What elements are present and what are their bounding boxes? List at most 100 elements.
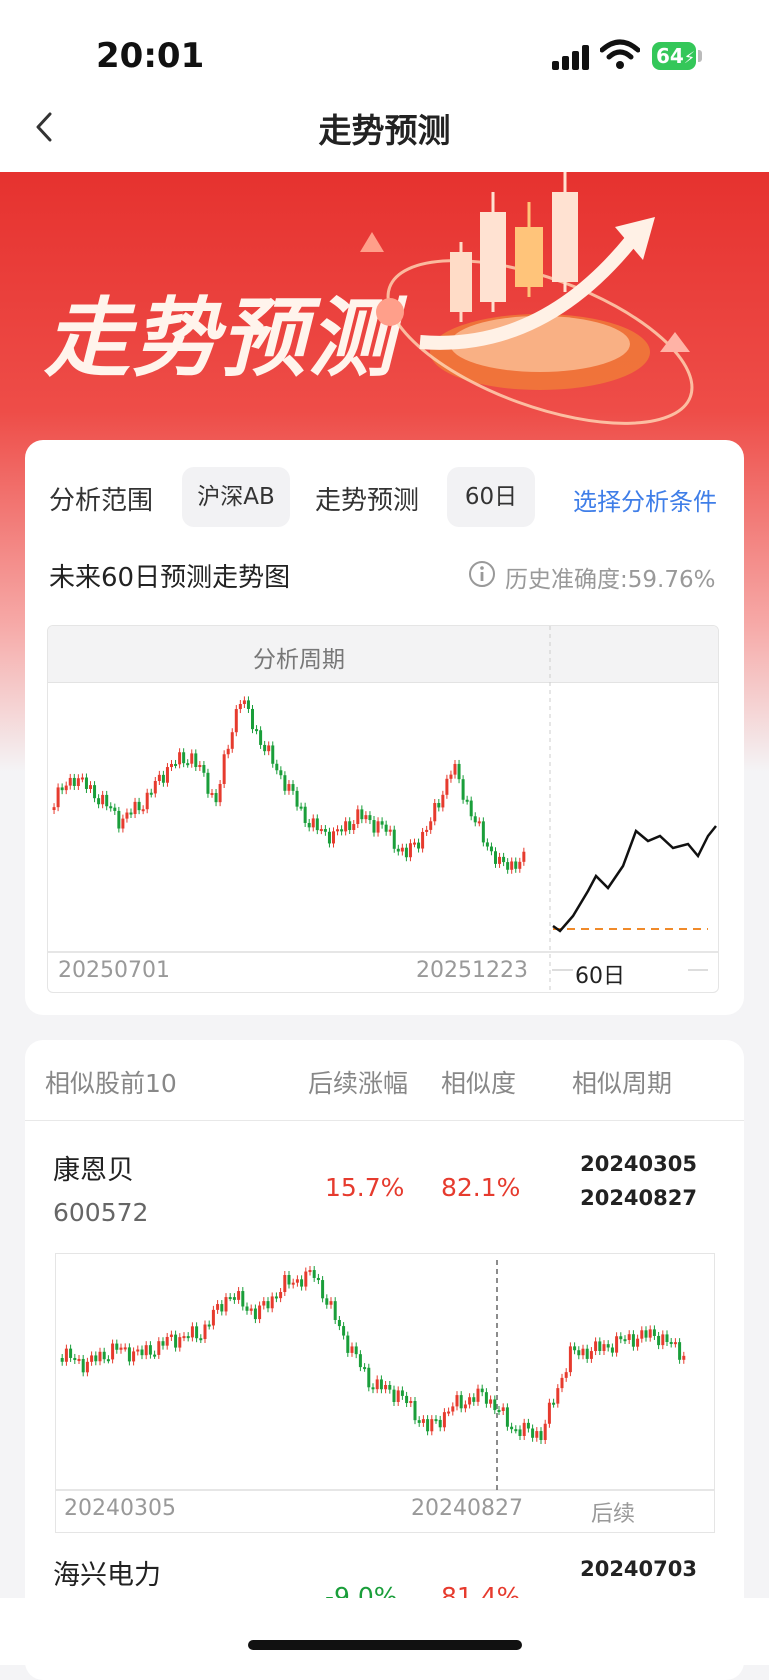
forecast-line <box>552 825 717 933</box>
candle-body <box>473 816 477 823</box>
candle-body <box>459 1395 463 1409</box>
candle-body <box>531 1428 535 1438</box>
candle-body <box>408 843 412 858</box>
candle-body <box>307 822 311 828</box>
candle-body <box>194 753 198 768</box>
candle-body <box>405 1395 409 1404</box>
nav-bar: 走势预测 <box>0 82 769 172</box>
candle-body <box>556 1388 560 1404</box>
candle-body <box>311 818 315 828</box>
candle-body <box>145 792 149 810</box>
candle-body <box>133 801 137 815</box>
subsequent-gain: 15.7% <box>325 1173 405 1202</box>
stock-code: 600572 <box>53 1198 149 1227</box>
candle-body <box>102 1351 106 1360</box>
col-header-similarity: 相似度 <box>441 1069 517 1098</box>
candle-body <box>113 807 117 811</box>
home-indicator[interactable] <box>248 1640 522 1650</box>
candle-body <box>222 754 226 785</box>
candle-body <box>237 1291 241 1300</box>
candle-body <box>669 1342 673 1345</box>
candle-body <box>421 831 425 849</box>
candle-body <box>441 794 445 808</box>
candle-body <box>153 1354 157 1357</box>
candle-body <box>581 1348 585 1356</box>
candle-body <box>652 1329 656 1336</box>
candle-body <box>174 763 178 766</box>
candle-body <box>598 1341 602 1351</box>
candle-body <box>161 1341 165 1346</box>
candle-body <box>319 829 323 832</box>
wifi-icon <box>600 39 640 69</box>
candle-body <box>64 785 68 791</box>
candle-body <box>376 821 380 833</box>
candle-body <box>417 842 421 849</box>
candle-body <box>242 700 246 705</box>
candle-body <box>413 842 416 845</box>
candle-body <box>300 1279 304 1287</box>
candle-body <box>316 1277 320 1281</box>
candle-body <box>94 1355 98 1362</box>
candle-body <box>610 1347 614 1353</box>
mini-start-date: 20240305 <box>64 1496 176 1521</box>
trend-label: 走势预测 <box>315 486 420 516</box>
candle-body <box>485 842 489 847</box>
candle-body <box>291 784 295 791</box>
candle-body <box>275 763 279 771</box>
info-icon[interactable] <box>468 560 496 588</box>
candle-body <box>202 765 206 773</box>
candle-body <box>267 745 271 752</box>
candle-body <box>232 1297 236 1300</box>
candle-body <box>539 1431 543 1440</box>
candle-body <box>101 794 105 805</box>
candle-body <box>93 785 97 799</box>
candle-body <box>199 1338 203 1341</box>
candle-body <box>602 1344 606 1351</box>
candle-body <box>190 1326 194 1338</box>
candle-body <box>69 1348 73 1358</box>
forecast-chart: 分析周期 20250701 20251223 60日 <box>47 625 719 993</box>
range-label: 分析范围 <box>49 486 154 516</box>
candle-body <box>657 1335 661 1346</box>
candle-body <box>417 1420 421 1423</box>
candle-body <box>165 767 169 783</box>
candle-body <box>249 1308 253 1311</box>
range-select[interactable]: 沪深AB <box>182 467 290 527</box>
candle-body <box>271 745 275 764</box>
candle-body <box>375 1379 379 1390</box>
candle-body <box>190 753 194 764</box>
candle-body <box>346 1335 350 1353</box>
candle-body <box>367 1367 371 1388</box>
candle-body <box>619 1336 623 1340</box>
candle-body <box>246 700 250 709</box>
candle-body <box>60 787 64 791</box>
candle-body <box>623 1339 627 1342</box>
candle-body <box>283 1275 287 1293</box>
history-accuracy: 历史准确度:59.76% <box>505 567 716 593</box>
candle-body <box>299 806 303 809</box>
page-title: 走势预测 <box>318 111 451 150</box>
candle-body <box>81 1358 85 1373</box>
candle-body <box>337 1319 341 1327</box>
battery-icon: 64⚡ <box>652 42 696 70</box>
candle-body <box>295 1279 299 1283</box>
candle-body <box>480 1388 484 1393</box>
candle-body <box>332 831 335 844</box>
similar-candles <box>60 1266 686 1444</box>
select-conditions-link[interactable]: 选择分析条件 <box>573 482 717 517</box>
candle-body <box>137 801 141 811</box>
candle-body <box>157 1341 161 1355</box>
trend-period-select[interactable]: 60日 <box>447 467 535 527</box>
candle-body <box>627 1334 631 1340</box>
candle-body <box>465 799 469 802</box>
banner-illustration-icon <box>360 172 694 425</box>
candle-body <box>392 1389 396 1402</box>
candle-body <box>510 861 514 870</box>
candle-body <box>153 780 157 794</box>
candle-body <box>673 1342 677 1345</box>
candle-body <box>518 861 522 869</box>
candle-body <box>327 831 331 844</box>
candle-body <box>350 1346 354 1353</box>
candle-body <box>348 821 352 831</box>
start-date-label: 20250701 <box>58 958 170 983</box>
